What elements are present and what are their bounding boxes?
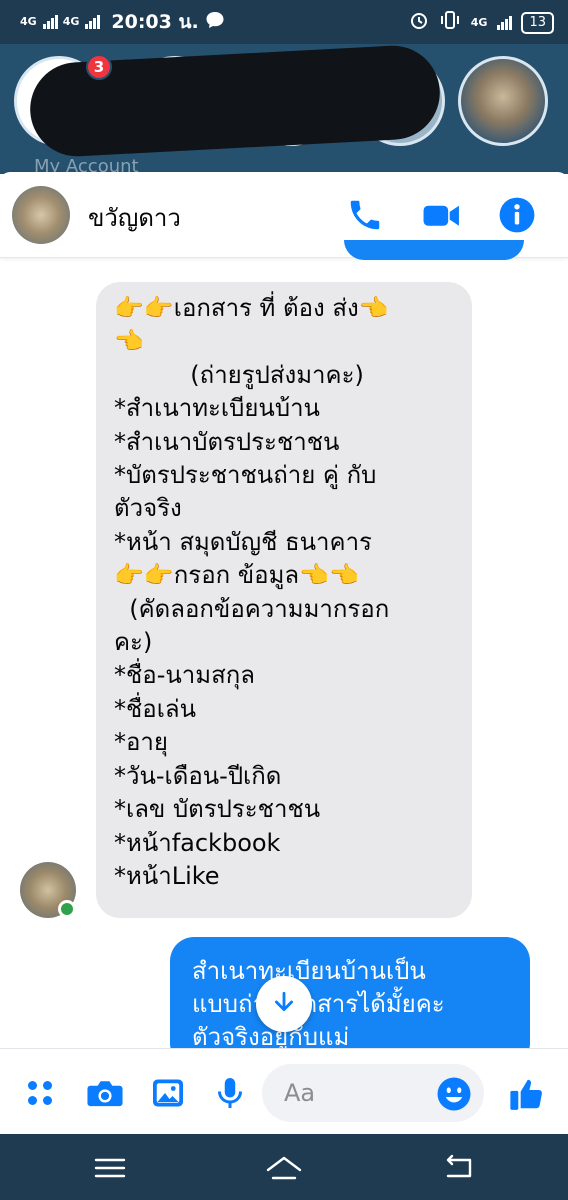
unread-badge: 3 xyxy=(86,54,112,80)
home-icon[interactable] xyxy=(264,1152,304,1184)
video-call-icon[interactable] xyxy=(422,196,460,234)
message-input-container xyxy=(262,1064,484,1122)
camera-icon[interactable] xyxy=(86,1075,123,1111)
menu-icon[interactable] xyxy=(90,1152,130,1184)
story-avatar[interactable] xyxy=(458,56,548,146)
arrow-down-icon xyxy=(271,989,297,1019)
thumbs-up-icon[interactable] xyxy=(508,1075,544,1111)
battery-icon: 13 xyxy=(521,11,554,34)
scroll-to-bottom-button[interactable] xyxy=(256,976,312,1032)
stories-row: 3 My Account xyxy=(0,44,568,174)
gallery-icon[interactable] xyxy=(150,1075,186,1111)
system-navigation-bar xyxy=(0,1134,568,1200)
contact-name[interactable]: ขวัญดาว xyxy=(88,198,181,237)
signal-icon xyxy=(85,15,101,29)
signal-icon xyxy=(497,15,513,30)
network-type-right: 4G xyxy=(470,15,488,29)
message-input[interactable] xyxy=(282,1078,432,1108)
apps-icon[interactable] xyxy=(22,1075,58,1111)
emoji-icon[interactable] xyxy=(436,1076,472,1112)
incoming-message-bubble[interactable]: 👉👉เอกสาร ที่ ต้อง ส่ง👈 👈 (ถ่ายรูปส่งมาคะ… xyxy=(96,282,472,918)
contact-avatar[interactable] xyxy=(12,186,70,244)
phone-call-icon[interactable] xyxy=(346,196,384,234)
previous-message-bubble xyxy=(344,240,524,260)
network-type-2: 4G xyxy=(62,15,80,28)
status-bar: 4G 4G 20:03 น. 4G 13 xyxy=(0,0,568,44)
network-type-1: 4G xyxy=(20,15,37,28)
alarm-icon xyxy=(409,10,429,35)
signal-icon xyxy=(42,15,58,29)
clock-time: 20:03 น. xyxy=(111,11,199,33)
vibrate-icon xyxy=(439,10,461,35)
message-composer xyxy=(0,1048,568,1134)
online-indicator xyxy=(58,900,76,918)
info-icon[interactable] xyxy=(498,196,536,234)
message-icon xyxy=(205,10,225,35)
microphone-icon[interactable] xyxy=(212,1075,248,1111)
back-icon[interactable] xyxy=(438,1152,478,1184)
